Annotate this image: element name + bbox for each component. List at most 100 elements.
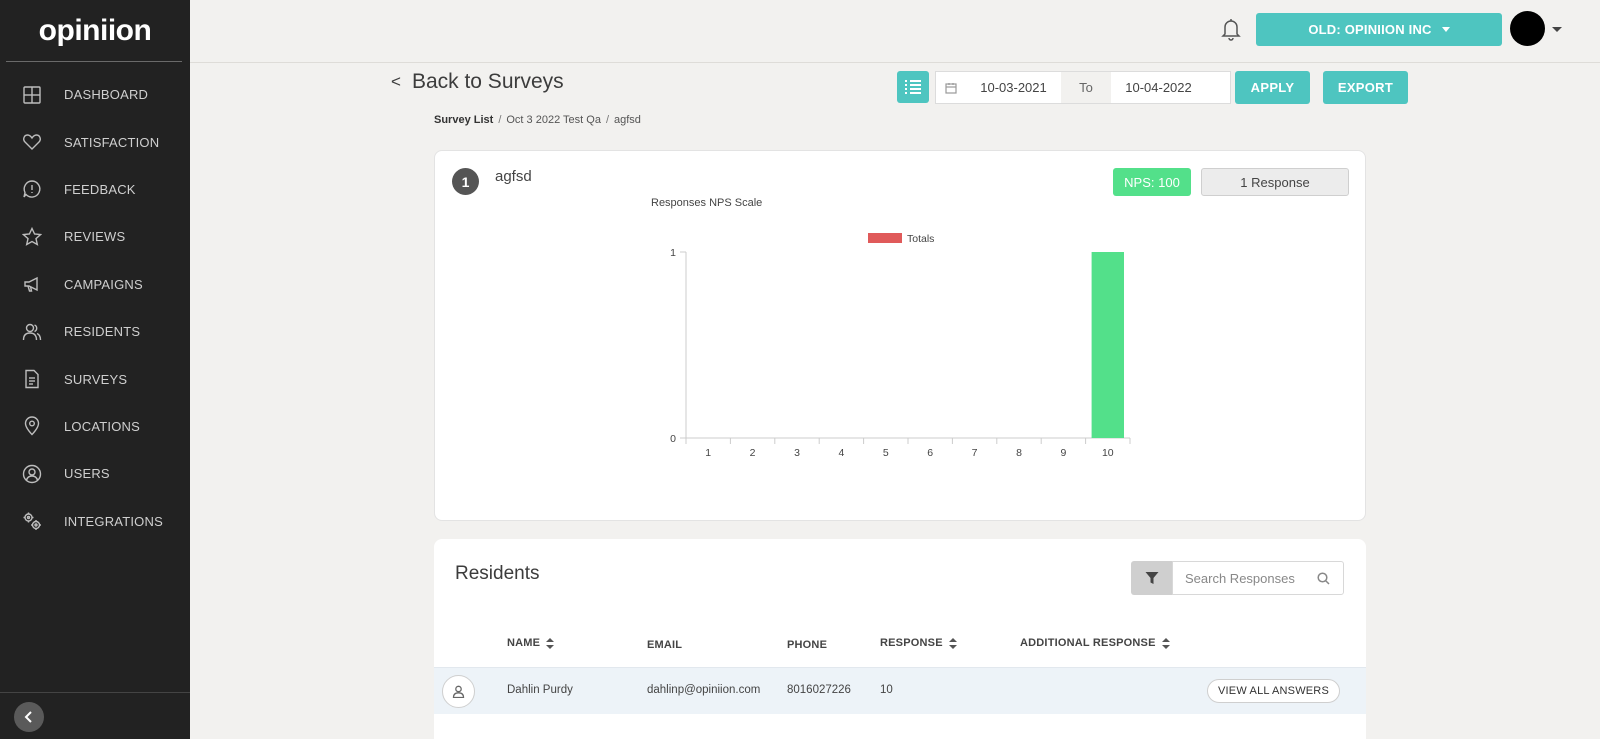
chevron-left-icon (24, 711, 32, 723)
header-divider (190, 62, 1600, 63)
sort-icon (546, 637, 555, 649)
list-icon (905, 80, 921, 94)
sidebar-item-feedback[interactable]: FEEDBACK (0, 166, 190, 213)
avatar[interactable] (1510, 11, 1545, 46)
user-icon (442, 675, 475, 708)
sidebar-item-label: REVIEWS (64, 229, 126, 245)
residents-title: Residents (455, 563, 540, 584)
cell-email: dahlinp@opiniion.com (647, 684, 761, 696)
y-tick-label: 1 (670, 247, 676, 259)
end-date-field[interactable]: 10-04-2022 (1111, 80, 1206, 95)
sidebar-item-label: INTEGRATIONS (64, 513, 163, 529)
chat-alert-icon (22, 179, 42, 199)
legend-swatch (868, 233, 902, 243)
column-header-name[interactable]: NAME (507, 637, 555, 649)
search-icon[interactable] (1317, 571, 1330, 585)
search-box (1172, 561, 1344, 595)
y-tick-label: 0 (670, 433, 676, 445)
view-all-answers-button[interactable]: VIEW ALL ANSWERS (1207, 679, 1340, 703)
column-header-label: RESPONSE (880, 637, 943, 649)
collapse-sidebar-button[interactable] (14, 702, 44, 732)
sidebar-divider (0, 692, 190, 693)
table-row[interactable]: Dahlin Purdy dahlinp@opiniion.com 801602… (434, 667, 1366, 714)
grid-icon (22, 85, 42, 105)
sidebar-item-label: RESIDENTS (64, 324, 141, 340)
sidebar-nav: DASHBOARD SATISFACTION FEEDBACK REVIEWS … (0, 71, 190, 545)
sidebar-item-label: SATISFACTION (64, 134, 160, 150)
calendar-icon (936, 82, 966, 94)
start-date-field[interactable]: 10-03-2021 (966, 80, 1061, 95)
sidebar-item-label: USERS (64, 466, 110, 482)
search-input[interactable] (1185, 570, 1315, 586)
x-tick-label: 6 (927, 447, 933, 459)
sidebar-item-label: FEEDBACK (64, 181, 136, 197)
apply-button[interactable]: APPLY (1235, 71, 1310, 104)
sort-icon (948, 637, 957, 649)
map-pin-icon (22, 416, 42, 436)
question-card: 1 agfsd NPS: 100 1 Response Responses NP… (434, 150, 1366, 521)
x-tick-label: 1 (705, 447, 711, 459)
cell-phone: 8016027226 (787, 684, 851, 696)
sidebar-item-dashboard[interactable]: DASHBOARD (0, 71, 190, 118)
megaphone-icon (22, 274, 42, 294)
filter-button[interactable] (1131, 561, 1173, 595)
x-tick-label: 10 (1102, 447, 1114, 459)
star-icon (22, 226, 42, 247)
x-tick-label: 2 (750, 447, 756, 459)
date-range-picker[interactable]: 10-03-2021 To 10-04-2022 (935, 71, 1231, 104)
bell-icon[interactable] (1220, 17, 1242, 41)
x-tick-label: 8 (1016, 447, 1022, 459)
opiniion-logo[interactable]: opiniion (0, 0, 190, 62)
logo-text: opiniion (38, 14, 152, 47)
list-view-button[interactable] (897, 71, 929, 103)
sidebar-item-locations[interactable]: LOCATIONS (0, 403, 190, 450)
sidebar-item-surveys[interactable]: SURVEYS (0, 355, 190, 402)
caret-down-icon[interactable] (1552, 27, 1562, 32)
date-range-separator: To (1061, 72, 1111, 103)
back-label: Back to Surveys (411, 70, 564, 93)
breadcrumb-survey[interactable]: Oct 3 2022 Test Qa (506, 114, 601, 126)
sidebar-item-campaigns[interactable]: CAMPAIGNS (0, 261, 190, 308)
breadcrumb-separator: / (605, 114, 610, 126)
user-circle-icon (22, 464, 42, 484)
sidebar-item-reviews[interactable]: REVIEWS (0, 213, 190, 260)
sidebar-item-label: SURVEYS (64, 371, 128, 387)
breadcrumb-question: agfsd (614, 114, 641, 126)
column-header-label: NAME (507, 637, 541, 649)
breadcrumb-separator: / (498, 114, 502, 126)
column-header-label: ADDITIONAL RESPONSE (1020, 637, 1156, 649)
legend-label: Totals (907, 233, 934, 245)
sidebar-item-users[interactable]: USERS (0, 450, 190, 497)
x-tick-label: 9 (1060, 447, 1066, 459)
sidebar-item-label: DASHBOARD (64, 87, 149, 103)
x-tick-label: 3 (794, 447, 800, 459)
chevron-left-icon: < (391, 72, 401, 91)
users-icon (22, 322, 42, 342)
heart-icon (22, 132, 42, 152)
sidebar-item-satisfaction[interactable]: SATISFACTION (0, 118, 190, 165)
document-icon (22, 369, 42, 389)
sidebar-item-residents[interactable]: RESIDENTS (0, 308, 190, 355)
sidebar: opiniion DASHBOARD SATISFACTION FEEDBACK… (0, 0, 190, 739)
column-header-additional-response[interactable]: ADDITIONAL RESPONSE (1020, 637, 1170, 649)
org-select-button[interactable]: OLD: OPINIION INC (1256, 13, 1502, 46)
bar-10 (1091, 252, 1124, 438)
sidebar-item-integrations[interactable]: INTEGRATIONS (0, 498, 190, 545)
sort-icon (1161, 637, 1170, 649)
breadcrumb: Survey List / Oct 3 2022 Test Qa / agfsd (434, 114, 641, 126)
sidebar-divider (6, 61, 182, 62)
export-button[interactable]: EXPORT (1323, 71, 1408, 104)
column-header-email: EMAIL (647, 639, 682, 651)
breadcrumb-survey-list[interactable]: Survey List (434, 114, 493, 126)
x-tick-label: 4 (838, 447, 844, 459)
back-to-surveys-link[interactable]: < Back to Surveys (391, 70, 564, 94)
column-header-label: PHONE (787, 639, 828, 651)
sidebar-item-label: CAMPAIGNS (64, 276, 143, 292)
residents-card: Residents NAME EMAIL PHONE RESPONSE ADDI… (434, 539, 1366, 739)
column-header-phone: PHONE (787, 639, 827, 651)
gears-icon (22, 511, 42, 531)
cell-name: Dahlin Purdy (507, 684, 573, 696)
column-header-response[interactable]: RESPONSE (880, 637, 957, 649)
chart-title: Responses NPS Scale (651, 197, 762, 209)
column-header-label: EMAIL (647, 639, 683, 651)
